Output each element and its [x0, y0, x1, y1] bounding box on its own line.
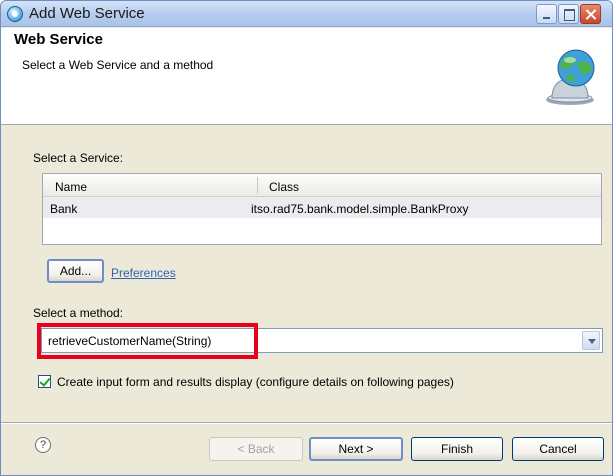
maximize-button[interactable]	[558, 4, 579, 24]
add-web-service-dialog: Add Web Service Web Service Select a Web…	[0, 0, 613, 476]
page-subtitle: Select a Web Service and a method	[22, 58, 214, 72]
help-icon[interactable]: ?	[35, 437, 51, 453]
service-name-cell: Bank	[50, 202, 78, 216]
column-header-name[interactable]: Name	[55, 180, 87, 194]
select-method-label: Select a method:	[33, 306, 124, 320]
create-form-label[interactable]: Create input form and results display (c…	[57, 375, 454, 389]
close-button[interactable]	[580, 4, 601, 24]
title-bar[interactable]: Add Web Service	[1, 1, 612, 27]
add-button[interactable]: Add...	[47, 259, 104, 283]
footer-divider	[1, 422, 612, 424]
web-service-globe-icon	[546, 49, 595, 105]
finish-button[interactable]: Finish	[411, 437, 503, 461]
column-header-class[interactable]: Class	[269, 180, 299, 194]
column-separator[interactable]	[257, 177, 258, 194]
header-banner: Web Service Select a Web Service and a m…	[1, 28, 612, 125]
create-form-checkbox[interactable]	[38, 375, 51, 388]
chevron-down-icon[interactable]	[582, 331, 600, 350]
preferences-link[interactable]: Preferences	[111, 266, 176, 280]
back-button[interactable]: < Back	[209, 437, 303, 461]
select-service-label: Select a Service:	[33, 151, 124, 165]
page-title: Web Service	[14, 31, 103, 48]
app-icon	[7, 6, 23, 22]
table-header: Name Class	[43, 174, 601, 197]
next-button[interactable]: Next >	[309, 437, 403, 461]
highlight-annotation	[37, 323, 258, 359]
service-class-cell: itso.rad75.bank.model.simple.BankProxy	[251, 202, 469, 216]
window-title: Add Web Service	[29, 5, 145, 22]
cancel-button[interactable]: Cancel	[512, 437, 604, 461]
minimize-button[interactable]	[536, 4, 557, 24]
table-row[interactable]: Bank itso.rad75.bank.model.simple.BankPr…	[43, 197, 601, 218]
service-table[interactable]: Name Class Bank itso.rad75.bank.model.si…	[42, 173, 602, 245]
